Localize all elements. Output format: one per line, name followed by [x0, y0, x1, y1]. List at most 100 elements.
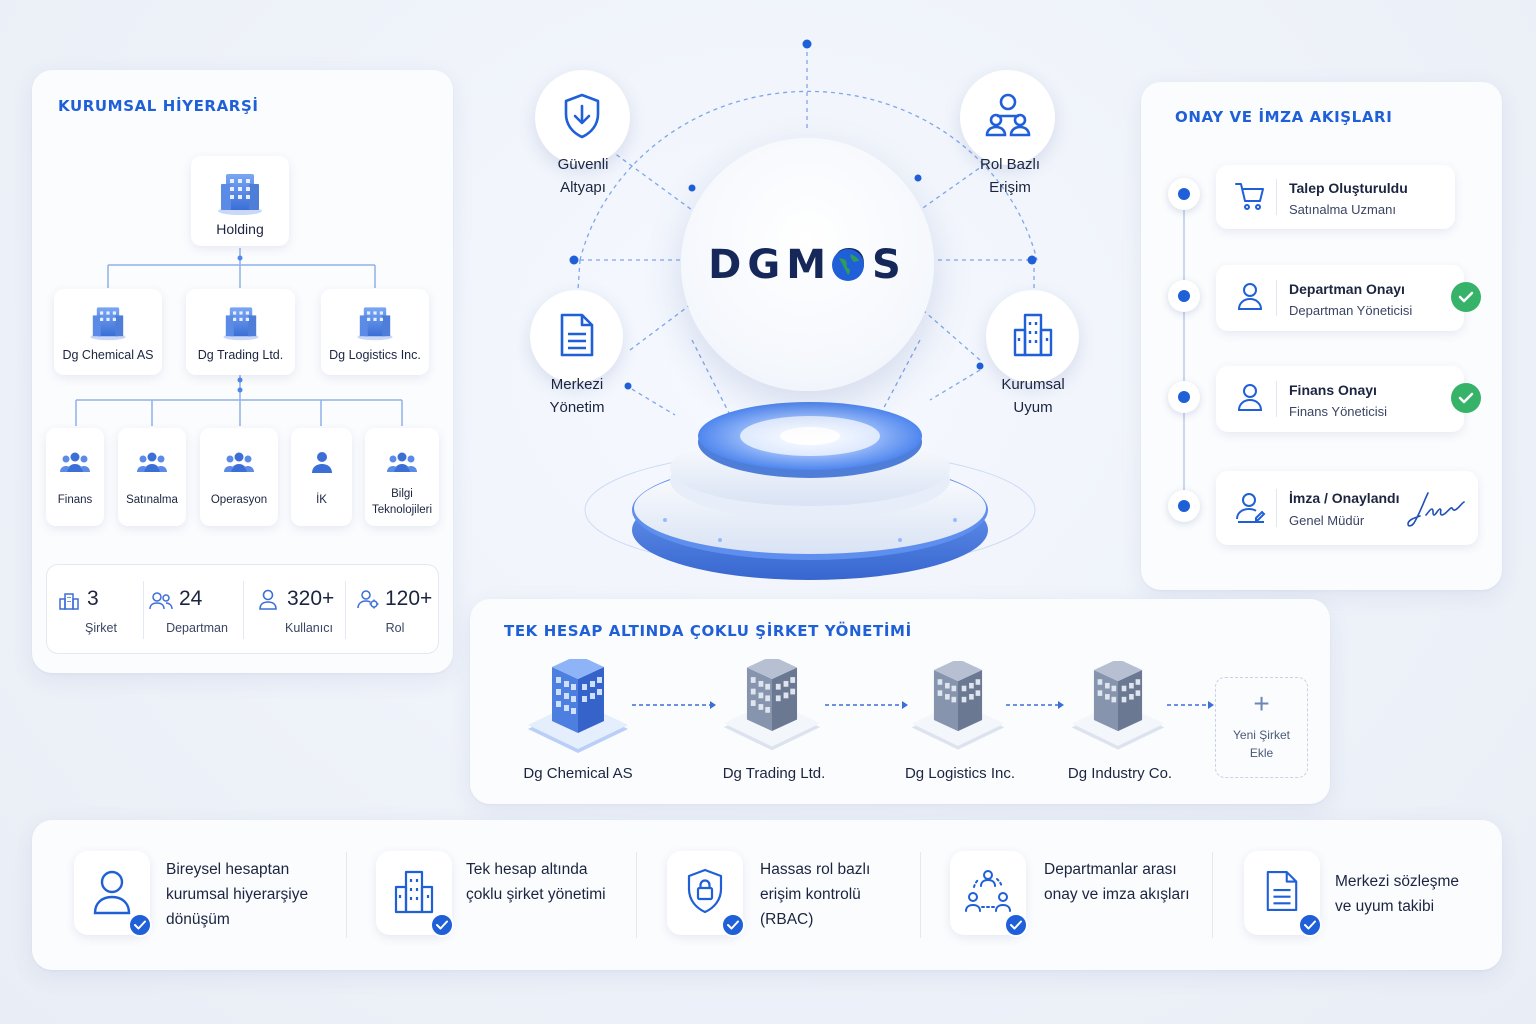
- feature-1-text: Bireysel hesaptan kurumsal hiyerarşiye d…: [166, 861, 309, 928]
- department-node[interactable]: Satınalma: [118, 428, 186, 526]
- central-mgmt-label: Merkezi Yönetim: [549, 376, 605, 416]
- user-icon: [1237, 384, 1263, 411]
- compliance-label: Kurumsal Uyum: [1001, 376, 1065, 416]
- check-badge-icon: [1298, 913, 1322, 937]
- building-icon: [357, 307, 393, 341]
- department-node[interactable]: İK: [291, 428, 352, 526]
- company-building-icon[interactable]: [524, 659, 632, 755]
- step-dot: [1168, 178, 1200, 210]
- company-label: Dg Chemical AS: [62, 348, 154, 362]
- role-icon: [357, 590, 379, 609]
- approval-card: ONAY VE İMZA AKIŞLARI Talep Oluşturuldu …: [1141, 82, 1502, 590]
- document-icon: [560, 313, 594, 357]
- stat-companies-value: 3: [87, 587, 99, 610]
- approved-check-icon: [1451, 282, 1481, 312]
- building-icon: [90, 307, 126, 341]
- plus-icon: +: [1253, 688, 1270, 719]
- feature-3-icon-box: [667, 851, 745, 937]
- feature-4-text: Departmanlar arası onay ve imza akışları: [1044, 861, 1190, 903]
- team-icon: [60, 452, 90, 472]
- users-icon: [149, 592, 173, 610]
- hub-platform: [584, 402, 1036, 580]
- building-icon: [218, 174, 262, 215]
- feature-5-text: Merkezi sözleşme ve uyum takibi: [1335, 873, 1460, 915]
- step-title: Departman Onayı: [1289, 281, 1405, 297]
- holding-node[interactable]: Holding: [191, 156, 289, 246]
- approval-step-4[interactable]: İmza / Onaylandı Genel Müdür: [1216, 471, 1478, 545]
- building-icon: [59, 593, 79, 610]
- feature-3-text: Hassas rol bazlı erişim kontrolü (RBAC): [760, 861, 871, 928]
- approval-title: ONAY VE İMZA AKIŞLARI: [1175, 108, 1393, 126]
- company-label: Dg Trading Ltd.: [722, 765, 826, 782]
- company-node[interactable]: Dg Chemical AS: [54, 289, 162, 375]
- approval-step-1[interactable]: Talep Oluşturuldu Satınalma Uzmanı: [1216, 165, 1455, 229]
- signature-icon: [1407, 492, 1465, 527]
- compliance-node[interactable]: [986, 290, 1079, 383]
- department-node[interactable]: Operasyon: [200, 428, 278, 526]
- approved-check-icon: [1451, 383, 1481, 413]
- shield-lock-icon: [687, 868, 723, 914]
- check-badge-icon: [721, 913, 745, 937]
- department-label: Satınalma: [126, 494, 178, 506]
- check-badge-icon: [128, 913, 152, 937]
- feature-5-icon-box: [1244, 851, 1322, 937]
- user-icon: [259, 589, 277, 610]
- step-title: İmza / Onaylandı: [1289, 490, 1400, 506]
- hierarchy-card: KURUMSAL HİYERARŞİ Holding Dg Chemical A…: [32, 70, 453, 673]
- company-node[interactable]: Dg Logistics Inc.: [321, 289, 429, 375]
- stat-users-value: 320+: [287, 587, 335, 610]
- company-building-icon[interactable]: [720, 659, 824, 753]
- department-node[interactable]: Bilgi Teknolojileri: [365, 428, 439, 526]
- approval-step-2[interactable]: Departman Onayı Departman Yöneticisi: [1216, 265, 1464, 331]
- central-mgmt-node[interactable]: [530, 290, 623, 383]
- rbac-node[interactable]: [960, 70, 1055, 165]
- signer-icon: [1236, 493, 1266, 523]
- team-icon: [224, 452, 254, 472]
- building-icon: [1013, 313, 1053, 357]
- feature-1-icon-box: [74, 851, 152, 937]
- department-label: Finans: [57, 494, 93, 506]
- stat-users-label: Kullanıcı: [285, 621, 333, 635]
- building-icon: [222, 307, 259, 341]
- rbac-label: Rol Bazlı Erişim: [979, 156, 1041, 196]
- department-label: Bilgi Teknolojileri: [371, 488, 433, 516]
- hub-logo-circle[interactable]: DGMOS: [681, 138, 934, 391]
- dgmos-logo: DGMOS: [708, 242, 907, 288]
- building-icon: [394, 870, 434, 914]
- feature-4-icon-box: [950, 851, 1028, 937]
- add-company-label: Yeni Şirket Ekle: [1233, 728, 1290, 760]
- team-icon: [137, 452, 167, 472]
- features-bar: Bireysel hesaptan kurumsal hiyerarşiye d…: [32, 820, 1502, 970]
- user-icon: [311, 452, 332, 473]
- step-subtitle: Satınalma Uzmanı: [1289, 202, 1396, 217]
- stat-departments-value: 24: [179, 587, 203, 610]
- step-dot: [1168, 490, 1200, 522]
- step-subtitle: Genel Müdür: [1289, 513, 1365, 528]
- document-icon: [1266, 871, 1298, 911]
- department-label: Operasyon: [210, 494, 268, 506]
- team-flow-icon: [965, 870, 1011, 912]
- company-building-icon[interactable]: [1068, 661, 1168, 753]
- step-dot: [1168, 280, 1200, 312]
- approval-timeline-line: [1183, 194, 1185, 506]
- company-label: Dg Industry Co.: [1067, 765, 1173, 782]
- step-subtitle: Departman Yöneticisi: [1289, 303, 1413, 318]
- step-title: Finans Onayı: [1289, 382, 1377, 398]
- multi-company-card: TEK HESAP ALTINDA ÇOKLU ŞİRKET YÖNETİMİ …: [470, 599, 1330, 804]
- add-company-button[interactable]: + Yeni Şirket Ekle: [1215, 677, 1308, 778]
- company-label: Dg Chemical AS: [523, 765, 633, 782]
- approval-step-3[interactable]: Finans Onayı Finans Yöneticisi: [1216, 366, 1464, 432]
- stat-roles-value: 120+: [385, 587, 433, 610]
- step-dot: [1168, 381, 1200, 413]
- user-icon: [1237, 283, 1263, 310]
- department-node[interactable]: Finans: [46, 428, 104, 526]
- users-group-icon: [985, 93, 1031, 137]
- stat-roles-label: Rol: [385, 621, 405, 635]
- secure-infra-node[interactable]: [535, 70, 630, 165]
- company-label: Dg Logistics Inc.: [329, 348, 421, 362]
- stat-departments-label: Departman: [166, 621, 228, 635]
- step-title: Talep Oluşturuldu: [1289, 180, 1408, 196]
- company-building-icon[interactable]: [908, 661, 1008, 753]
- company-node[interactable]: Dg Trading Ltd.: [186, 289, 295, 375]
- company-label: Dg Trading Ltd.: [197, 348, 284, 362]
